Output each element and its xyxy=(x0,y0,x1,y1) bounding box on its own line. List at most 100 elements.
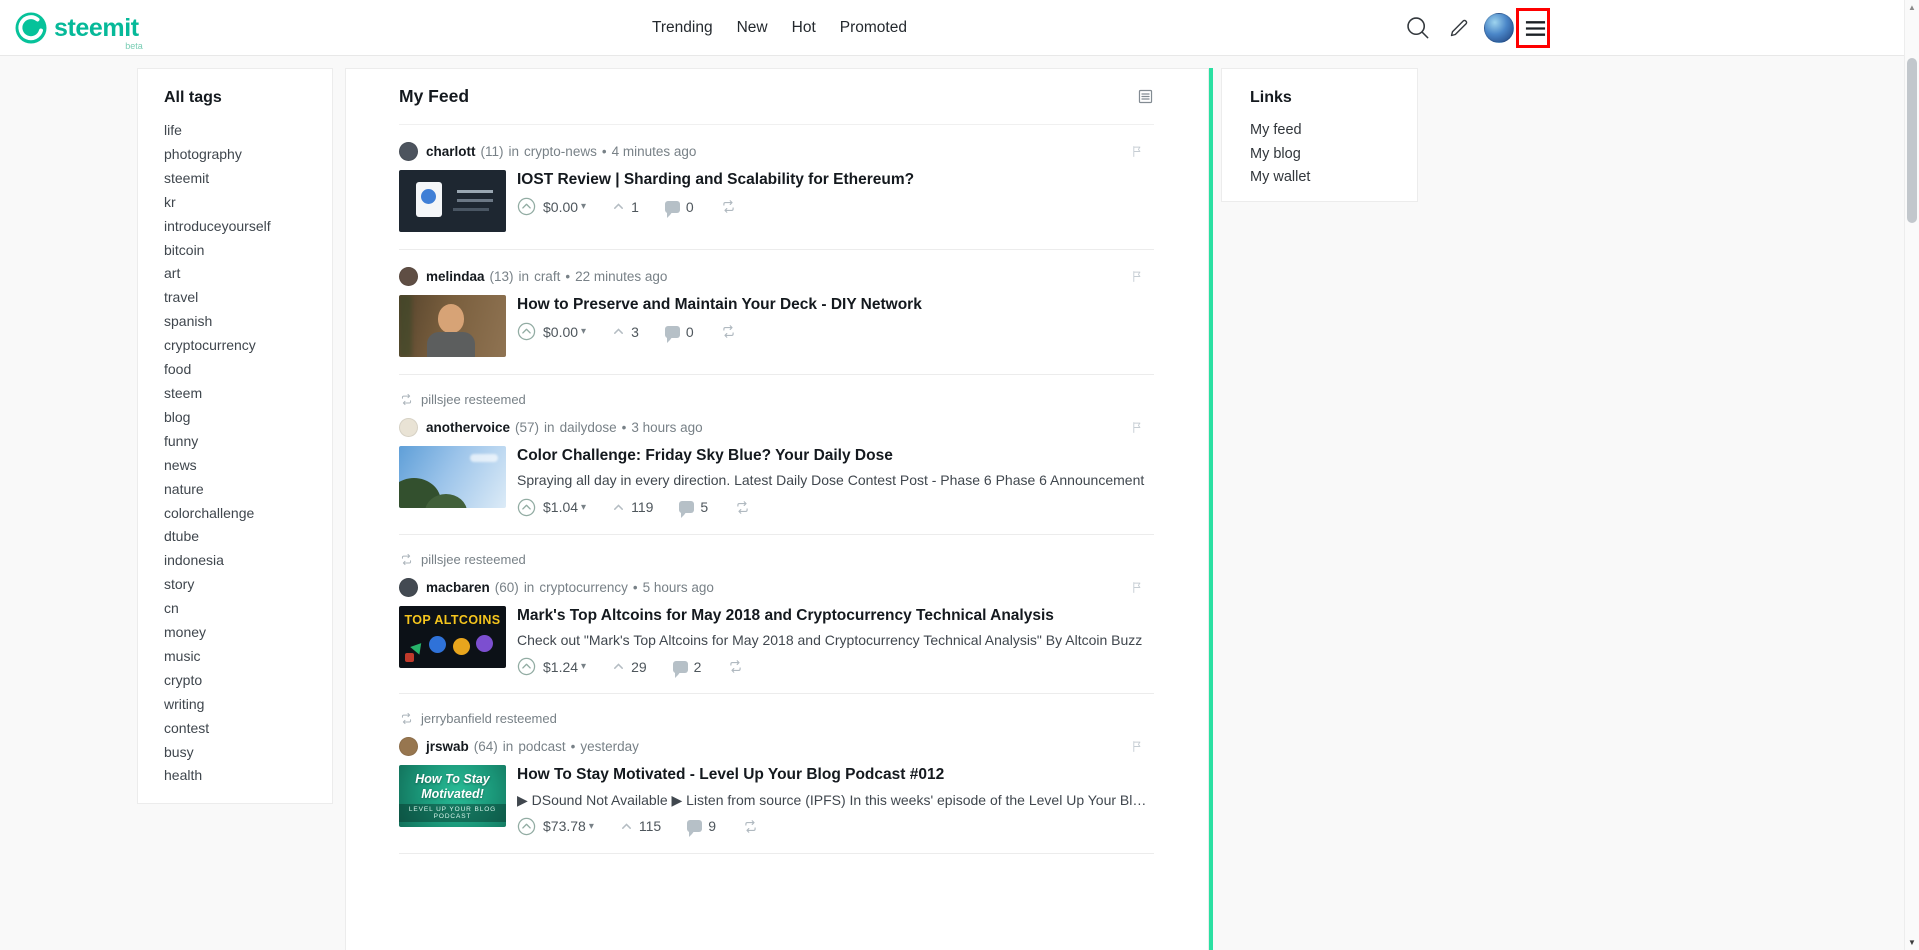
nav-item-promoted[interactable]: Promoted xyxy=(840,19,907,37)
tag-link[interactable]: kr xyxy=(164,191,318,215)
payout-amount[interactable]: $73.78 xyxy=(543,818,586,834)
tag-link[interactable]: music xyxy=(164,645,318,669)
author-avatar[interactable] xyxy=(399,267,418,286)
resteem-button[interactable] xyxy=(720,323,737,340)
scrollbar-thumb[interactable] xyxy=(1907,58,1917,223)
post-summary[interactable]: Spraying all day in every direction. Lat… xyxy=(517,471,1154,489)
tag-link[interactable]: travel xyxy=(164,286,318,310)
comment-count[interactable]: 5 xyxy=(700,499,708,515)
author-name[interactable]: melindaa xyxy=(426,269,485,284)
tag-link[interactable]: funny xyxy=(164,430,318,454)
tag-link[interactable]: cryptocurrency xyxy=(164,334,318,358)
author-avatar[interactable] xyxy=(399,577,418,597)
upvote-button[interactable] xyxy=(517,657,536,676)
post-thumbnail[interactable]: How To Stay Motivated! LEVEL UP YOUR BLO… xyxy=(399,765,506,828)
post-category[interactable]: cryptocurrency xyxy=(539,580,628,595)
post-category[interactable]: craft xyxy=(534,269,560,284)
flag-button[interactable] xyxy=(1130,144,1144,159)
payout-amount[interactable]: $0.00 xyxy=(543,199,578,215)
tag-link[interactable]: steem xyxy=(164,382,318,406)
post-category[interactable]: crypto-news xyxy=(524,144,597,159)
tag-link[interactable]: spanish xyxy=(164,310,318,334)
flag-button[interactable] xyxy=(1130,580,1144,595)
tag-link[interactable]: money xyxy=(164,621,318,645)
tag-link[interactable]: crypto xyxy=(164,669,318,693)
post-category[interactable]: podcast xyxy=(518,739,565,754)
payout-caret-icon[interactable]: ▾ xyxy=(581,201,586,212)
links-item[interactable]: My blog xyxy=(1250,143,1401,167)
payout-caret-icon[interactable]: ▾ xyxy=(581,661,586,672)
author-avatar[interactable] xyxy=(399,418,418,437)
post-summary[interactable]: Check out "Mark's Top Altcoins for May 2… xyxy=(517,631,1154,649)
post-category[interactable]: dailydose xyxy=(560,420,617,435)
payout-caret-icon[interactable]: ▾ xyxy=(581,326,586,337)
tag-link[interactable]: dtube xyxy=(164,525,318,549)
user-avatar[interactable] xyxy=(1484,13,1514,43)
links-item[interactable]: My feed xyxy=(1250,119,1401,143)
post-thumbnail[interactable]: TOP ALTCOINS xyxy=(399,605,506,668)
tag-link[interactable]: blog xyxy=(164,406,318,430)
tag-link[interactable]: photography xyxy=(164,143,318,167)
nav-item-new[interactable]: New xyxy=(737,19,768,37)
payout-amount[interactable]: $0.00 xyxy=(543,324,578,340)
payout-amount[interactable]: $1.04 xyxy=(543,499,578,515)
tag-link[interactable]: colorchallenge xyxy=(164,502,318,526)
comment-count[interactable]: 2 xyxy=(694,659,702,675)
tag-link[interactable]: news xyxy=(164,454,318,478)
author-avatar[interactable] xyxy=(399,142,418,161)
layout-toggle-button[interactable] xyxy=(1137,88,1154,105)
vote-count[interactable]: 119 xyxy=(631,499,653,515)
search-button[interactable] xyxy=(1404,14,1431,41)
tag-link[interactable]: health xyxy=(164,764,318,788)
brand[interactable]: steemit beta xyxy=(14,11,143,51)
tag-link[interactable]: contest xyxy=(164,717,318,741)
flag-button[interactable] xyxy=(1130,739,1144,754)
tag-link[interactable]: food xyxy=(164,358,318,382)
post-title[interactable]: How to Preserve and Maintain Your Deck -… xyxy=(517,295,1154,314)
resteem-button[interactable] xyxy=(720,198,737,215)
scrollbar[interactable]: ▲ ▼ xyxy=(1904,0,1919,950)
author-avatar[interactable] xyxy=(399,737,418,757)
author-name[interactable]: charlott xyxy=(426,144,476,159)
tag-link[interactable]: indonesia xyxy=(164,549,318,573)
resteem-button[interactable] xyxy=(742,818,759,835)
resteem-button[interactable] xyxy=(727,658,744,675)
tag-link[interactable]: art xyxy=(164,262,318,286)
author-name[interactable]: macbaren xyxy=(426,580,490,595)
post-title[interactable]: Mark's Top Altcoins for May 2018 and Cry… xyxy=(517,606,1154,625)
vote-count[interactable]: 115 xyxy=(639,818,661,834)
nav-item-hot[interactable]: Hot xyxy=(792,19,816,37)
vote-count[interactable]: 3 xyxy=(631,324,639,340)
payout-amount[interactable]: $1.24 xyxy=(543,659,578,675)
post-thumbnail[interactable] xyxy=(399,295,506,357)
post-thumbnail[interactable] xyxy=(399,170,506,232)
nav-item-trending[interactable]: Trending xyxy=(652,19,713,37)
author-name[interactable]: jrswab xyxy=(426,739,469,754)
tag-link[interactable]: nature xyxy=(164,478,318,502)
scrollbar-up-arrow[interactable]: ▲ xyxy=(1905,3,1919,12)
payout-caret-icon[interactable]: ▾ xyxy=(589,821,594,832)
tag-link[interactable]: life xyxy=(164,119,318,143)
post-thumbnail[interactable] xyxy=(399,446,506,508)
tag-link[interactable]: writing xyxy=(164,693,318,717)
payout-caret-icon[interactable]: ▾ xyxy=(581,502,586,513)
vote-count[interactable]: 1 xyxy=(631,199,639,215)
comment-count[interactable]: 9 xyxy=(708,818,716,834)
links-item[interactable]: My wallet xyxy=(1250,166,1401,190)
tag-link[interactable]: cn xyxy=(164,597,318,621)
post-title[interactable]: How To Stay Motivated - Level Up Your Bl… xyxy=(517,765,1154,784)
vote-count[interactable]: 29 xyxy=(631,659,647,675)
upvote-button[interactable] xyxy=(517,197,536,216)
comment-count[interactable]: 0 xyxy=(686,199,694,215)
author-name[interactable]: anothervoice xyxy=(426,420,510,435)
comment-count[interactable]: 0 xyxy=(686,324,694,340)
flag-button[interactable] xyxy=(1130,420,1144,435)
menu-button[interactable] xyxy=(1522,15,1549,42)
tag-link[interactable]: bitcoin xyxy=(164,239,318,263)
tag-link[interactable]: story xyxy=(164,573,318,597)
resteem-button[interactable] xyxy=(734,499,751,516)
tag-link[interactable]: busy xyxy=(164,741,318,765)
post-title[interactable]: Color Challenge: Friday Sky Blue? Your D… xyxy=(517,446,1154,465)
tag-link[interactable]: steemit xyxy=(164,167,318,191)
tag-link[interactable]: introduceyourself xyxy=(164,215,318,239)
